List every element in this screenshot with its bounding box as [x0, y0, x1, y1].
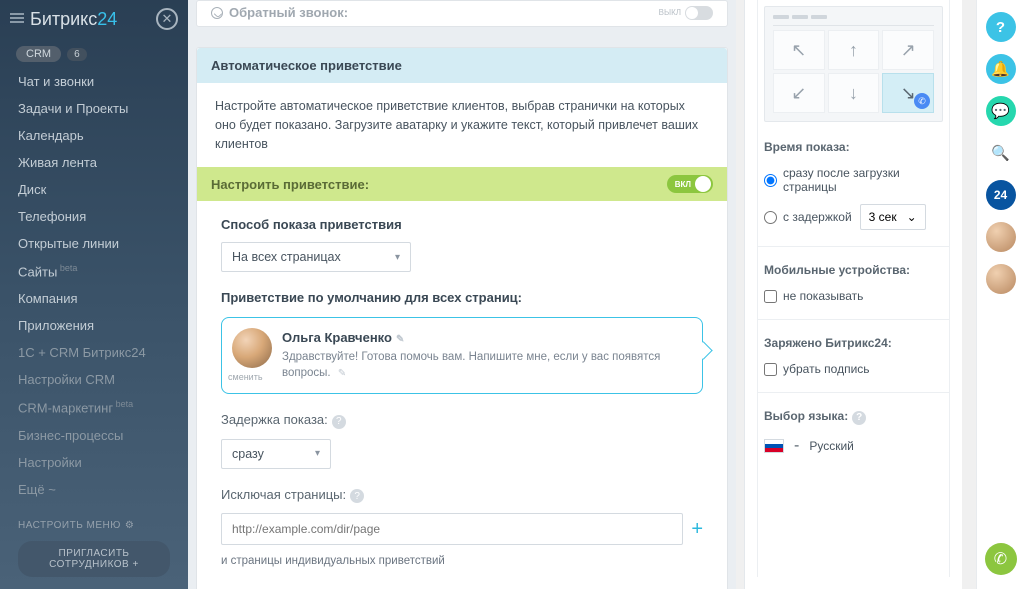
- time-title: Время показа:: [764, 140, 943, 154]
- nav-disk[interactable]: Диск: [0, 176, 188, 203]
- search-icon[interactable]: 🔍: [986, 138, 1016, 168]
- powered-title: Заряжено Битрикс24:: [764, 336, 943, 350]
- delay-label: Задержка показа:?: [221, 412, 703, 429]
- nav-chat[interactable]: Чат и звонки: [0, 68, 188, 95]
- nav-calendar[interactable]: Календарь: [0, 122, 188, 149]
- add-icon[interactable]: +: [691, 518, 703, 541]
- radio-immediate[interactable]: сразу после загрузки страницы: [764, 166, 943, 194]
- mobile-hide-checkbox[interactable]: не показывать: [764, 289, 943, 303]
- configure-menu[interactable]: НАСТРОИТЬ МЕНЮ⚙: [18, 520, 170, 531]
- method-select[interactable]: На всех страницах▾: [221, 242, 411, 272]
- help-icon[interactable]: ?: [332, 415, 346, 429]
- exclude-label: Исключая страницы:?: [221, 487, 703, 504]
- method-label: Способ показа приветствия: [221, 217, 703, 232]
- pos-top-left[interactable]: ↖: [773, 30, 825, 70]
- logo: Битрикс24: [30, 9, 117, 30]
- invite-button[interactable]: ПРИГЛАСИТЬ СОТРУДНИКОВ +: [18, 541, 170, 577]
- b24-icon[interactable]: 24: [986, 180, 1016, 210]
- main-content: Обратный звонок: ВЫКЛ Автоматическое при…: [188, 0, 736, 589]
- phone-icon: ✆: [914, 93, 930, 109]
- help-icon[interactable]: ?: [986, 12, 1016, 42]
- greeting-text[interactable]: Здравствуйте! Готова помочь вам. Напишит…: [282, 349, 686, 381]
- pos-bottom-right[interactable]: ↘✆: [882, 73, 934, 113]
- close-icon[interactable]: ✕: [156, 8, 178, 30]
- nav-crm-marketing[interactable]: CRM-маркетинг: [0, 393, 188, 421]
- section-desc: Настройте автоматическое приветствие кли…: [197, 83, 727, 167]
- flag-ru-icon: [764, 439, 784, 453]
- chevron-down-icon: ▾: [315, 448, 320, 459]
- right-panel: ↖ ↑ ↗ ↙ ↓ ↘✆ Время показа: сразу после з…: [744, 0, 962, 589]
- radio-delay[interactable]: с задержкой: [764, 210, 852, 224]
- nav-sites[interactable]: Сайты: [0, 257, 188, 285]
- chevron-down-icon: ⌄: [907, 210, 917, 224]
- delay-select[interactable]: сразу▾: [221, 439, 331, 469]
- agent-name[interactable]: Ольга Кравченко✎: [282, 330, 686, 345]
- callback-label: Обратный звонок:: [229, 5, 348, 20]
- greeting-toggle[interactable]: ВКЛ: [667, 175, 713, 193]
- nav-feed[interactable]: Живая лента: [0, 149, 188, 176]
- phone-icon: [211, 7, 223, 19]
- exclude-url-input[interactable]: [221, 513, 683, 545]
- nav-company[interactable]: Компания: [0, 285, 188, 312]
- bell-icon[interactable]: 🔔: [986, 54, 1016, 84]
- change-avatar-link[interactable]: сменить: [228, 372, 263, 382]
- nav-bizproc[interactable]: Бизнес-процессы: [0, 422, 188, 449]
- exclude-note: и страницы индивидуальных приветствий: [221, 555, 703, 567]
- nav-openlines[interactable]: Открытые линии: [0, 230, 188, 257]
- pencil-icon: ✎: [396, 334, 404, 345]
- chevron-down-icon: ▾: [395, 252, 400, 263]
- position-picker: ↖ ↑ ↗ ↙ ↓ ↘✆: [764, 6, 943, 122]
- avatar[interactable]: [232, 328, 272, 368]
- nav-1c[interactable]: 1С + CRM Битрикс24: [0, 339, 188, 366]
- language-selector[interactable]: - Русский: [764, 437, 943, 455]
- hamburger-icon[interactable]: [10, 13, 24, 25]
- gear-icon: ⚙: [125, 520, 134, 531]
- callback-card: Обратный звонок: ВЫКЛ: [196, 0, 728, 27]
- user-avatar[interactable]: [986, 264, 1016, 294]
- lang-title: Выбор языка:?: [764, 409, 943, 425]
- crm-badge[interactable]: CRM: [16, 46, 61, 62]
- greeting-bubble: сменить Ольга Кравченко✎ Здравствуйте! Г…: [221, 317, 703, 394]
- setup-greeting-label: Настроить приветствие:: [211, 177, 369, 192]
- chat-icon[interactable]: 💬: [986, 96, 1016, 126]
- crm-count: 6: [67, 48, 87, 61]
- user-avatar[interactable]: [986, 222, 1016, 252]
- nav-tasks[interactable]: Задачи и Проекты: [0, 95, 188, 122]
- help-icon[interactable]: ?: [852, 411, 866, 425]
- pos-bottom-left[interactable]: ↙: [773, 73, 825, 113]
- pos-bottom[interactable]: ↓: [828, 73, 880, 113]
- delay-seconds-select[interactable]: 3 сек⌄: [860, 204, 926, 230]
- pencil-icon: ✎: [338, 368, 346, 379]
- help-icon[interactable]: ?: [350, 489, 364, 503]
- mobile-title: Мобильные устройства:: [764, 263, 943, 277]
- nav-settings[interactable]: Настройки: [0, 449, 188, 476]
- nav-more[interactable]: Ещё ~: [0, 476, 188, 503]
- callback-toggle[interactable]: ВЫКЛ: [659, 6, 713, 20]
- powered-hide-checkbox[interactable]: убрать подпись: [764, 362, 943, 376]
- nav-crm-settings[interactable]: Настройки CRM: [0, 366, 188, 393]
- nav-apps[interactable]: Приложения: [0, 312, 188, 339]
- section-title: Автоматическое приветствие: [197, 48, 727, 83]
- call-button[interactable]: ✆: [985, 543, 1017, 575]
- right-rail: ? 🔔 💬 🔍 24 ✆: [976, 0, 1024, 589]
- greeting-section: Автоматическое приветствие Настройте авт…: [196, 47, 728, 589]
- nav-telephony[interactable]: Телефония: [0, 203, 188, 230]
- pos-top-right[interactable]: ↗: [882, 30, 934, 70]
- default-greeting-label: Приветствие по умолчанию для всех страни…: [221, 290, 703, 305]
- sidebar: Битрикс24 ✕ CRM 6 Чат и звонки Задачи и …: [0, 0, 188, 589]
- pos-top[interactable]: ↑: [828, 30, 880, 70]
